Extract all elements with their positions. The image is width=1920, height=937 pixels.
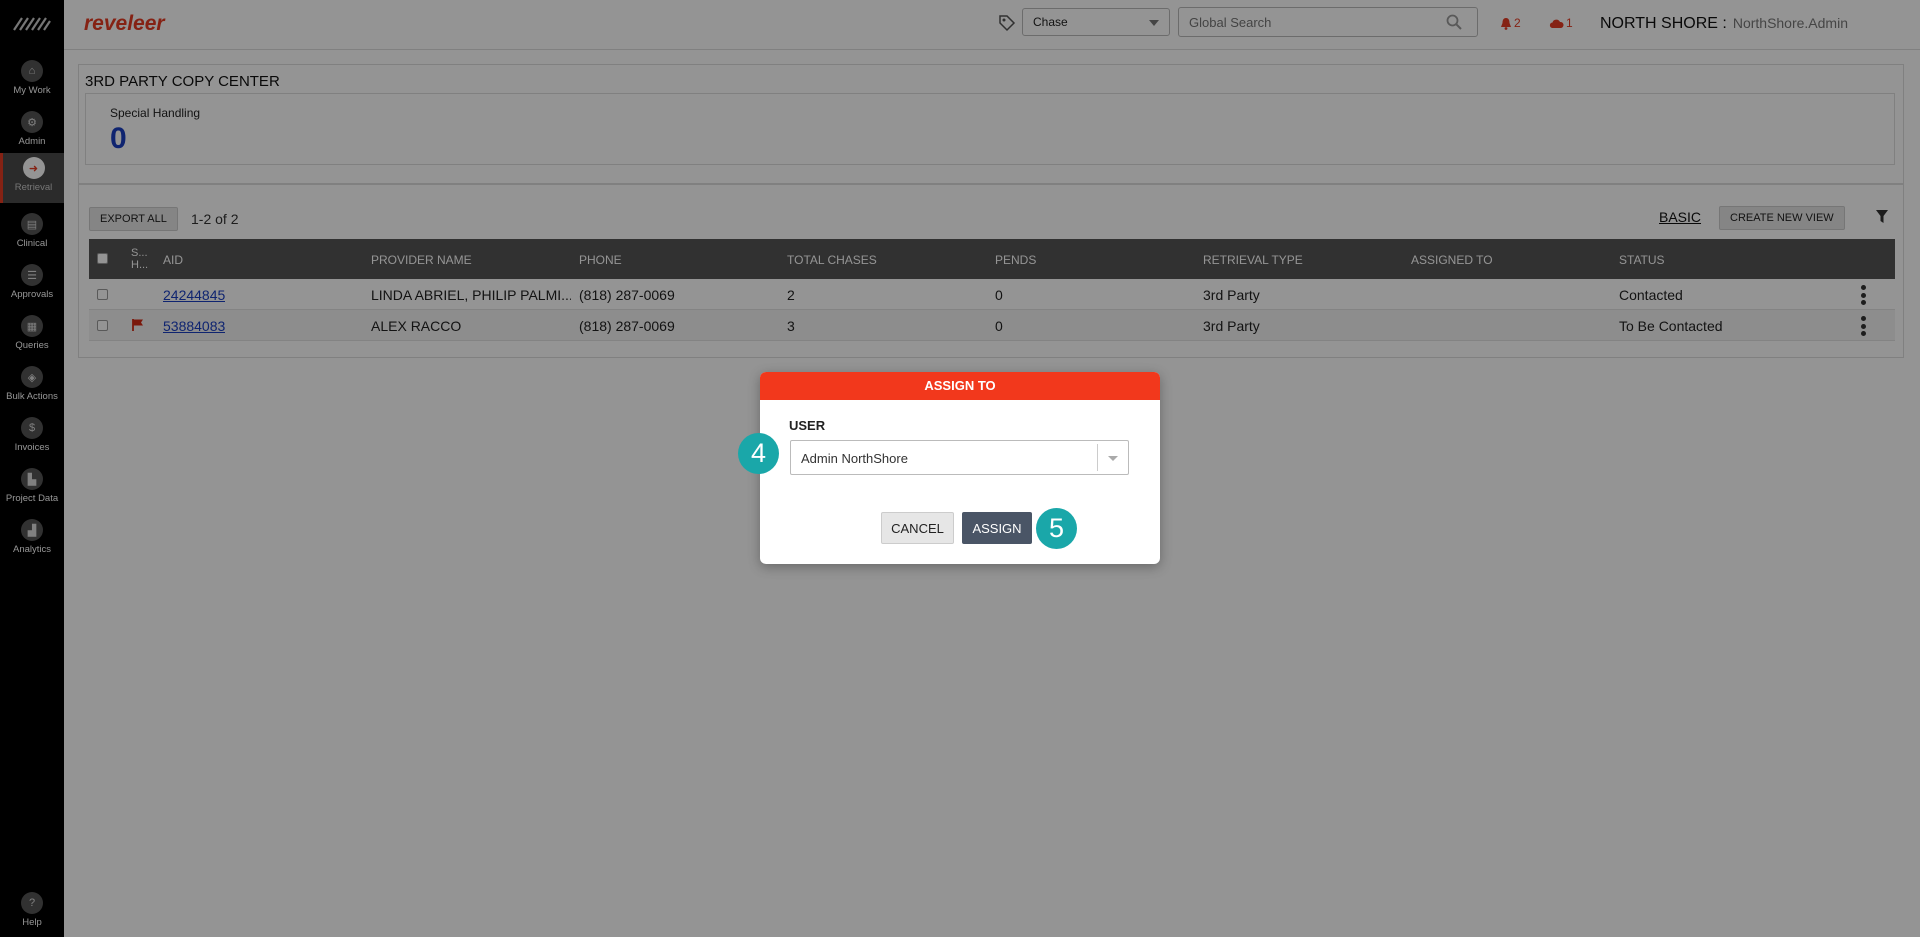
step-badge-4: 4 [738, 433, 779, 474]
user-field-label: USER [789, 418, 826, 433]
user-select[interactable]: Admin NorthShore [790, 440, 1129, 475]
step-badge-5: 5 [1036, 508, 1077, 549]
assign-to-dialog: ASSIGN TO USER Admin NorthShore CANCEL A… [760, 372, 1160, 564]
assign-button[interactable]: ASSIGN [962, 512, 1032, 544]
chevron-down-icon[interactable] [1108, 456, 1118, 461]
user-select-value: Admin NorthShore [801, 451, 908, 466]
dialog-title: ASSIGN TO [760, 372, 1160, 400]
cancel-button[interactable]: CANCEL [881, 512, 954, 544]
select-divider [1097, 444, 1098, 471]
